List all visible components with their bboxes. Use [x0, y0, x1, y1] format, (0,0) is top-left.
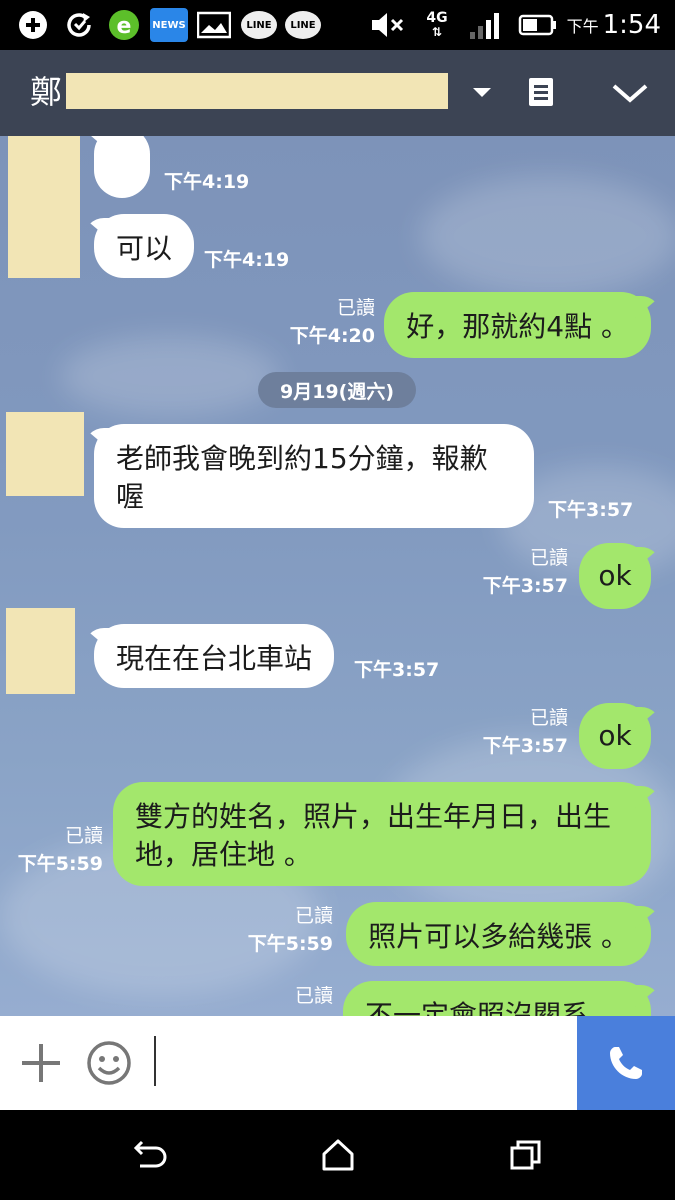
message-read-time: 已讀 — [294, 985, 333, 1007]
message-bubble-incoming[interactable]: 老師我會晚到約15分鐘，報歉喔 — [94, 424, 534, 528]
message-read-time: 已讀 下午5:59 — [247, 905, 333, 955]
message-bubble-outgoing[interactable]: 照片可以多給幾張 。 — [346, 902, 651, 966]
message-read-time: 已讀 下午5:59 — [17, 825, 103, 875]
mute-icon — [368, 8, 408, 42]
message-bubble-outgoing[interactable]: 雙方的姓名，照片，出生年月日，出生地，居住地 。 — [113, 782, 651, 886]
ie-browser-icon: e — [106, 8, 142, 42]
network-4g-icon: 4G ⇅ — [426, 10, 448, 39]
message-time: 下午4:19 — [204, 249, 290, 271]
message-bubble-incoming[interactable]: 現在在台北車站 — [94, 624, 335, 688]
call-button[interactable] — [577, 1016, 675, 1110]
news-icon: NEWS — [150, 8, 188, 42]
phone-icon — [610, 1047, 642, 1079]
plus-icon — [18, 8, 48, 42]
status-clock: 下午 1:54 — [566, 10, 661, 40]
chat-title[interactable]: 鄭 — [30, 72, 62, 112]
message-bubble-outgoing[interactable]: ok — [579, 703, 651, 769]
message-bubble-outgoing[interactable]: 不一定會照沒關系 — [343, 981, 651, 1016]
recent-apps-icon[interactable] — [508, 1138, 544, 1172]
collapse-icon[interactable] — [608, 78, 652, 108]
battery-icon — [516, 8, 560, 42]
sync-icon — [62, 8, 96, 42]
signal-icon — [466, 8, 506, 42]
attach-plus-icon[interactable] — [20, 1042, 62, 1084]
dropdown-icon[interactable] — [470, 82, 494, 102]
home-icon[interactable] — [320, 1138, 356, 1172]
text-caret — [154, 1036, 156, 1086]
message-input[interactable] — [160, 1036, 570, 1090]
image-icon — [196, 8, 232, 42]
message-time: 下午3:57 — [354, 659, 440, 681]
svg-text:e: e — [117, 14, 132, 39]
sender-avatar[interactable] — [6, 412, 84, 496]
message-bubble-outgoing[interactable]: 好，那就約4點 。 — [384, 292, 651, 358]
message-time: 下午3:57 — [548, 499, 634, 521]
sender-avatar[interactable] — [6, 608, 75, 694]
system-nav-bar — [0, 1110, 675, 1200]
line-icon: LINE — [284, 8, 322, 42]
chat-area[interactable]: 下午4:19 可以 下午4:19 已讀 下午4:20 好，那就約4點 。 9月1… — [0, 136, 675, 1016]
message-read-time: 已讀 下午3:57 — [482, 547, 568, 597]
message-read-time: 已讀 下午3:57 — [482, 707, 568, 757]
message-input-bar — [0, 1016, 675, 1110]
message-bubble-incoming[interactable]: 可以 — [94, 214, 195, 278]
line-icon: LINE — [240, 8, 278, 42]
date-separator: 9月19(週六) — [258, 372, 416, 408]
message-read-time: 已讀 下午4:20 — [289, 297, 375, 347]
status-bar: e NEWS LINE LINE 4G ⇅ 下午 1:54 — [0, 0, 675, 50]
message-bubble-incoming[interactable] — [94, 136, 150, 198]
redacted-name — [66, 73, 448, 109]
sender-avatar[interactable] — [8, 136, 80, 278]
emoji-icon[interactable] — [86, 1040, 132, 1086]
chat-header: 鄭 — [0, 50, 675, 136]
message-bubble-outgoing[interactable]: ok — [579, 543, 651, 609]
notes-icon[interactable] — [526, 76, 556, 108]
message-time: 下午4:19 — [164, 171, 250, 193]
back-icon[interactable] — [132, 1138, 168, 1172]
